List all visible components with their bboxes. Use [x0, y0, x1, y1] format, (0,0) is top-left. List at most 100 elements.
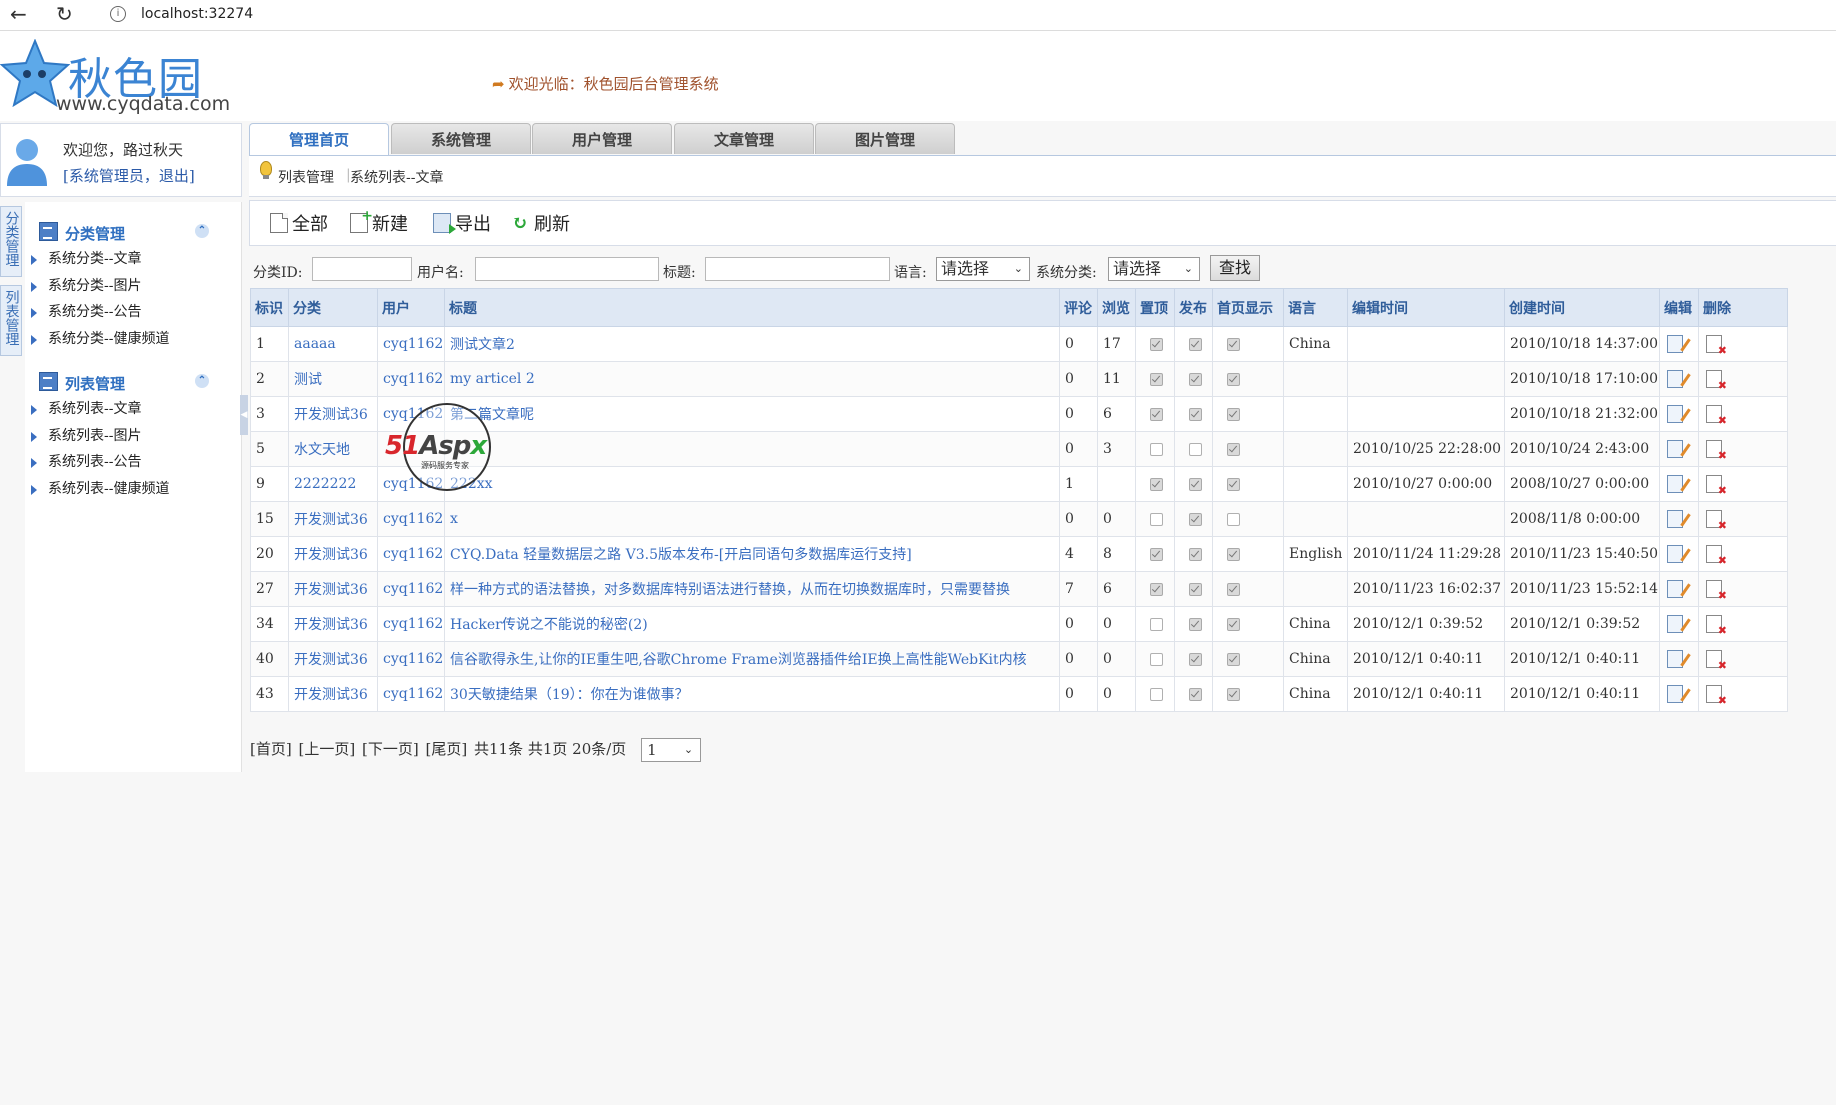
tab-users[interactable]: 用户管理 [532, 123, 672, 154]
cell-user[interactable]: cyq1162 [377, 361, 445, 397]
top-checkbox[interactable] [1150, 617, 1163, 631]
menu-item-category-notice[interactable]: 系统分类--公告 [25, 299, 241, 326]
cell-category[interactable]: 水文天地 [288, 431, 378, 467]
table-row[interactable]: 43 开发测试36 cyq1162 30天敏捷结果（19）：你在为谁做事？ 0 0 Chin… [250, 676, 1788, 712]
table-row[interactable]: 34 开发测试36 cyq1162 Hacker传说之不能说的秘密(2) 0 0 China… [250, 606, 1788, 642]
cell-category[interactable]: 开发测试36 [288, 501, 378, 537]
export-button[interactable]: 导出 [433, 210, 491, 236]
site-logo[interactable]: 秋色园 www.cyqdata.com [0, 39, 230, 121]
cell-title[interactable]: 222xx [444, 466, 1060, 502]
cell-category[interactable]: 开发测试36 [288, 571, 378, 607]
cell-category[interactable]: 开发测试36 [288, 641, 378, 677]
delete-icon[interactable] [1706, 475, 1727, 497]
cell-title[interactable]: CYQ.Data 轻量数据层之路 V3.5版本发布-[开启同语句多数据库运行支持… [444, 536, 1060, 572]
system-category-select[interactable]: 请选择 ⌄ [1108, 257, 1200, 281]
menu-item-category-image[interactable]: 系统分类--图片 [25, 273, 241, 300]
menu-item-list-health[interactable]: 系统列表--健康频道 [25, 476, 241, 503]
tab-images[interactable]: 图片管理 [815, 123, 955, 154]
title-input[interactable] [705, 257, 890, 281]
menu-item-list-notice[interactable]: 系统列表--公告 [25, 449, 241, 476]
next-page-link[interactable]: [下一页] [362, 740, 419, 758]
homepage-checkbox[interactable] [1227, 687, 1240, 701]
delete-icon[interactable] [1706, 405, 1727, 427]
table-row[interactable]: 2 测试 cyq1162 my articel 2 0 11 2010/10/18 17:1… [250, 361, 1788, 397]
delete-icon[interactable] [1706, 650, 1727, 672]
homepage-checkbox[interactable] [1227, 547, 1240, 561]
page-select[interactable]: 1 ⌄ [641, 738, 702, 762]
cell-title[interactable]: 样一种方式的语法替换，对多数据库特别语法进行替换，从而在切换数据库时，只需要替换 [444, 571, 1060, 607]
search-button[interactable]: 查找 [1210, 255, 1260, 281]
edit-icon[interactable] [1667, 510, 1683, 528]
cell-user[interactable]: cyq1162 [377, 536, 445, 572]
cell-title[interactable]: 30天敏捷结果（19）：你在为谁做事？ [444, 676, 1060, 712]
homepage-checkbox[interactable] [1227, 617, 1240, 631]
table-row[interactable]: 1 aaaaa cyq1162 测试文章2 0 17 China 2010/10/18 14:… [250, 326, 1788, 362]
edit-icon[interactable] [1667, 545, 1683, 563]
cell-title[interactable]: 信谷歌得永生,让你的IE重生吧,谷歌Chrome Frame浏览器插件给IE换上… [444, 641, 1060, 677]
table-row[interactable]: 20 开发测试36 cyq1162 CYQ.Data 轻量数据层之路 V3.5版本发布… [250, 536, 1788, 572]
show-all-button[interactable]: 全部 [270, 210, 328, 236]
collapse-icon[interactable]: ⌃ [195, 374, 209, 388]
cell-category[interactable]: 开发测试36 [288, 606, 378, 642]
published-checkbox[interactable] [1189, 407, 1202, 421]
cell-category[interactable]: 开发测试36 [288, 396, 378, 432]
language-select[interactable]: 请选择 ⌄ [936, 257, 1030, 281]
homepage-checkbox[interactable] [1227, 477, 1240, 491]
published-checkbox[interactable] [1189, 372, 1202, 386]
delete-icon[interactable] [1706, 615, 1727, 637]
published-checkbox[interactable] [1189, 547, 1202, 561]
prev-page-link[interactable]: [上一页] [299, 740, 356, 758]
first-page-link[interactable]: [首页] [250, 740, 292, 758]
top-checkbox[interactable] [1150, 407, 1163, 421]
published-checkbox[interactable] [1189, 512, 1202, 526]
new-button[interactable]: 新建 [350, 208, 408, 236]
top-checkbox[interactable] [1150, 582, 1163, 596]
cell-user[interactable]: cyq1162 [377, 501, 445, 537]
menu-item-category-health[interactable]: 系统分类--健康频道 [25, 326, 241, 353]
user-role-logout-link[interactable]: [系统管理员，退出] [63, 165, 195, 186]
edit-icon[interactable] [1667, 650, 1683, 668]
cell-title[interactable]: 第二篇文章呢 [444, 396, 1060, 432]
delete-icon[interactable] [1706, 580, 1727, 602]
cell-title[interactable]: 测试文章2 [444, 326, 1060, 362]
top-checkbox[interactable] [1150, 442, 1163, 456]
tab-system[interactable]: 系统管理 [391, 123, 531, 154]
refresh-button[interactable]: 刷新 [512, 210, 570, 236]
menu-group-list[interactable]: 列表管理 ⌃ [25, 366, 241, 396]
top-checkbox[interactable] [1150, 547, 1163, 561]
collapse-icon[interactable]: ⌃ [195, 224, 209, 238]
cell-title[interactable]: x [444, 501, 1060, 537]
menu-item-list-article[interactable]: 系统列表--文章 [25, 396, 241, 423]
tab-articles[interactable]: 文章管理 [674, 123, 814, 154]
menu-item-list-image[interactable]: 系统列表--图片 [25, 423, 241, 450]
edit-icon[interactable] [1667, 475, 1683, 493]
reload-icon[interactable]: ↻ [56, 2, 73, 26]
edit-icon[interactable] [1667, 440, 1683, 458]
tab-home[interactable]: 管理首页 [249, 123, 389, 157]
published-checkbox[interactable] [1189, 477, 1202, 491]
sidebar-toggle-handle[interactable]: ◀ [240, 395, 248, 435]
delete-icon[interactable] [1706, 370, 1727, 392]
cell-title[interactable] [444, 431, 1060, 467]
address-bar[interactable]: localhost:32274 [141, 6, 253, 22]
homepage-checkbox[interactable] [1227, 407, 1240, 421]
username-input[interactable] [475, 257, 659, 281]
menu-item-category-article[interactable]: 系统分类--文章 [25, 246, 241, 273]
cell-user[interactable]: cyq1162 [377, 606, 445, 642]
homepage-checkbox[interactable] [1227, 512, 1240, 526]
site-info-icon[interactable]: i [110, 6, 126, 22]
published-checkbox[interactable] [1189, 687, 1202, 701]
published-checkbox[interactable] [1189, 652, 1202, 666]
side-tab-list[interactable]: 列表管理 [0, 285, 22, 356]
delete-icon[interactable] [1706, 440, 1727, 462]
edit-icon[interactable] [1667, 580, 1683, 598]
homepage-checkbox[interactable] [1227, 442, 1240, 456]
published-checkbox[interactable] [1189, 617, 1202, 631]
breadcrumb-item[interactable]: 列表管理 [278, 167, 334, 187]
published-checkbox[interactable] [1189, 442, 1202, 456]
cell-category[interactable]: 测试 [288, 361, 378, 397]
published-checkbox[interactable] [1189, 337, 1202, 351]
delete-icon[interactable] [1706, 335, 1727, 357]
side-tab-category[interactable]: 分类管理 [0, 206, 22, 277]
top-checkbox[interactable] [1150, 512, 1163, 526]
